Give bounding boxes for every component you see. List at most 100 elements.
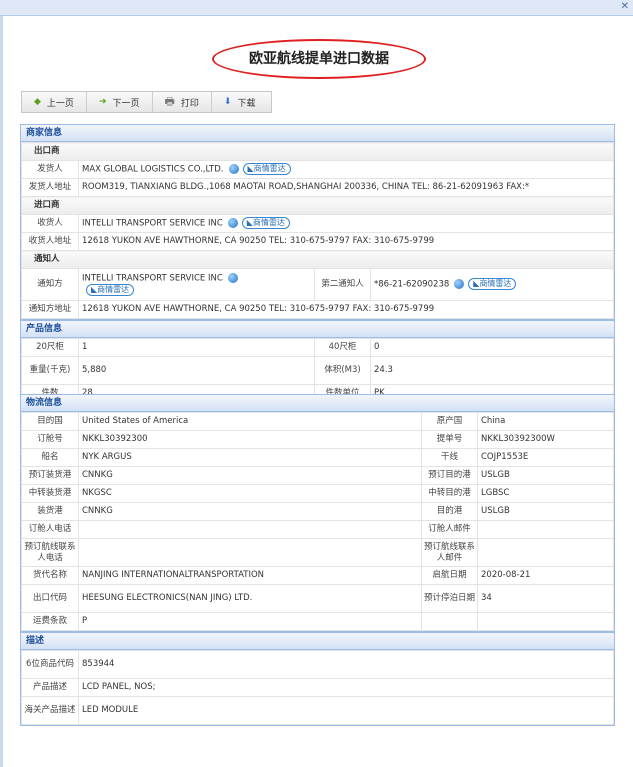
field-label: 6位商品代码 [21, 650, 79, 679]
field-value: 1 [78, 338, 315, 357]
field-label: 重量(千克) [21, 356, 79, 385]
shipper-name: MAX GLOBAL LOGISTICS CO.,LTD. [82, 164, 224, 175]
table-row: 产品描述 LCD PANEL, NOS; [21, 678, 614, 697]
field-value: NANJING INTERNATIONALTRANSPORTATION [78, 566, 422, 585]
field-value: CNNKG [78, 502, 422, 521]
notify-value: INTELLI TRANSPORT SERVICE INC ◣商情雷达 [78, 268, 315, 301]
field-value: NKKL30392300W [477, 430, 614, 449]
notify-name: INTELLI TRANSPORT SERVICE INC [82, 273, 223, 283]
download-button[interactable]: ⬇ 下载 [212, 92, 272, 112]
radar-button[interactable]: ◣商情雷达 [468, 278, 517, 291]
field-value: 24.3 [370, 356, 614, 385]
table-row: 船名 NYK ARGUS 干线 COJP1553E [21, 448, 614, 467]
field-value: 5,880 [78, 356, 315, 385]
table-row: 运费条款 P [21, 612, 614, 631]
field-value [477, 538, 614, 567]
field-label: 启航日期 [421, 566, 478, 585]
field-label: 第二通知人 [314, 268, 371, 301]
toolbar: ◆ 上一页 ➜ 下一页 🖶 打印 ⬇ 下载 [21, 91, 273, 113]
prev-page-button[interactable]: ◆ 上一页 [22, 92, 87, 112]
second-notify-value: *86-21-62090238 ◣商情雷达 [370, 268, 614, 301]
printer-icon: 🖶 [164, 94, 175, 108]
section-header: 物流信息 [21, 395, 614, 412]
product-section: 产品信息 20尺柜 1 40尺柜 0 重量(千克) 5,880 体积(M3) 24.3 件数 28… [20, 320, 615, 404]
field-label: 预计停泊日期 [421, 584, 478, 613]
notify-heading: 通知人 [21, 250, 614, 269]
field-value: United States of America [78, 412, 422, 431]
page-title: 欧亚航线提单进口数据 [212, 39, 426, 79]
second-notify: *86-21-62090238 [374, 279, 450, 290]
table-row: 货代名称 NANJING INTERNATIONALTRANSPORTATION 启… [21, 566, 614, 585]
globe-icon[interactable] [228, 164, 239, 175]
field-value: P [78, 612, 422, 631]
globe-icon[interactable] [227, 272, 238, 283]
field-value: LED MODULE [78, 696, 614, 725]
field-label: 订舱人邮件 [421, 520, 478, 539]
radar-label: 商情雷达 [97, 285, 130, 294]
table-row: 目的国 United States of America 原产国 China [21, 412, 614, 431]
field-value [477, 612, 614, 631]
section-header: 描述 [21, 633, 614, 650]
table-row: 出口代码 HEESUNG ELECTRONICS(NAN JING) LTD. 预计… [21, 584, 614, 613]
field-value: USLGB [477, 502, 614, 521]
print-button[interactable]: 🖶 打印 [153, 92, 212, 112]
field-value: China [477, 412, 614, 431]
field-label: 海关产品描述 [21, 696, 79, 725]
prev-label: 上一页 [46, 98, 74, 109]
table-row: 20尺柜 1 40尺柜 0 [21, 338, 614, 357]
table-row: 预订航线联系人电话 预订航线联系人邮件 [21, 538, 614, 567]
field-label: 预订航线联系人电话 [21, 538, 79, 567]
section-header: 商家信息 [21, 125, 614, 142]
table-row: 中转装货港 NKGSC 中转目的港 LGBSC [21, 484, 614, 503]
field-label: 收货人地址 [21, 232, 79, 251]
field-label: 订舱人电话 [21, 520, 79, 539]
field-label: 发货人 [21, 160, 79, 179]
field-label: 中转目的港 [421, 484, 478, 503]
field-label: 提单号 [421, 430, 478, 449]
field-label: 干线 [421, 448, 478, 467]
field-label: 中转装货港 [21, 484, 79, 503]
field-label: 通知方 [21, 268, 79, 301]
globe-icon[interactable] [227, 218, 238, 229]
radar-label: 商情雷达 [253, 164, 286, 174]
field-value: HEESUNG ELECTRONICS(NAN JING) LTD. [78, 584, 422, 613]
consignee-name: INTELLI TRANSPORT SERVICE INC [82, 218, 223, 229]
radar-button[interactable]: ◣商情雷达 [241, 217, 290, 230]
next-page-button[interactable]: ➜ 下一页 [87, 92, 153, 112]
field-value: CNNKG [78, 466, 422, 485]
field-value: NYK ARGUS [78, 448, 422, 467]
field-value: 2020-08-21 [477, 566, 614, 585]
field-label: 产品描述 [21, 678, 79, 697]
field-value [78, 520, 422, 539]
field-label: 预订装货港 [21, 466, 79, 485]
next-label: 下一页 [112, 98, 140, 109]
field-label: 预订航线联系人邮件 [421, 538, 478, 567]
field-label: 20尺柜 [21, 338, 79, 357]
field-value: LCD PANEL, NOS; [78, 678, 614, 697]
globe-icon[interactable] [454, 279, 465, 290]
field-value: NKGSC [78, 484, 422, 503]
table-row: 重量(千克) 5,880 体积(M3) 24.3 [21, 356, 614, 385]
field-value: 34 [477, 584, 614, 613]
close-icon[interactable]: ✕ [621, 1, 629, 12]
logistics-section: 物流信息 目的国 United States of America 原产国 China… [20, 394, 615, 632]
field-label: 货代名称 [21, 566, 79, 585]
field-label: 装货港 [21, 502, 79, 521]
section-header: 产品信息 [21, 321, 614, 338]
field-label: 发货人地址 [21, 178, 79, 197]
radar-label: 商情雷达 [252, 218, 285, 228]
table-row: 预订装货港 CNNKG 预订目的港 USLGB [21, 466, 614, 485]
radar-button[interactable]: ◣商情雷达 [86, 284, 135, 296]
field-label: 收货人 [21, 214, 79, 233]
field-value: 0 [370, 338, 614, 357]
field-label: 通知方地址 [21, 300, 79, 319]
table-row: 装货港 CNNKG 目的港 USLGB [21, 502, 614, 521]
table-row: 订舱号 NKKL30392300 提单号 NKKL30392300W [21, 430, 614, 449]
table-row: 海关产品描述 LED MODULE [21, 696, 614, 725]
description-section: 描述 6位商品代码 853944 产品描述 LCD PANEL, NOS; 海关产品描述… [20, 632, 615, 726]
radar-button[interactable]: ◣商情雷达 [242, 163, 291, 176]
field-value: NKKL30392300 [78, 430, 422, 449]
field-value: LGBSC [477, 484, 614, 503]
table-row: 订舱人电话 订舱人邮件 [21, 520, 614, 539]
field-value: 853944 [78, 650, 614, 679]
